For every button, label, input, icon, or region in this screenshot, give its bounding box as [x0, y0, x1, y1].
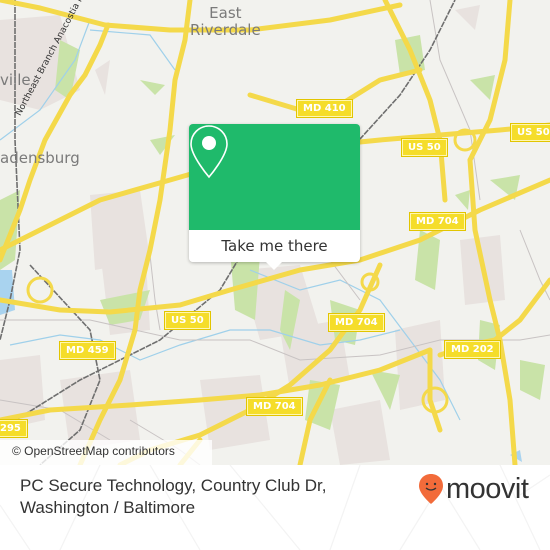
- route-shield-us50: US 50: [164, 311, 211, 330]
- place-label-east-riverdale: East Riverdale: [190, 4, 261, 39]
- popup-pointer: [265, 261, 283, 270]
- route-shield-md704: MD 704: [409, 212, 466, 231]
- moovit-logo[interactable]: moovit: [418, 473, 529, 505]
- place-label-hyattsville: ville: [0, 71, 31, 89]
- location-pin-icon: [190, 125, 228, 179]
- route-shield-us50: US 50: [401, 138, 448, 157]
- route-shield-md704: MD 704: [246, 397, 303, 416]
- take-me-there-button[interactable]: Take me there: [189, 230, 360, 262]
- route-shield-md459: MD 459: [59, 341, 116, 360]
- map[interactable]: East Riverdale adensburg ville Northeast…: [0, 0, 550, 465]
- route-shield-md410: MD 410: [296, 99, 353, 118]
- footer: PC Secure Technology, Country Club Dr, W…: [0, 465, 550, 550]
- attribution[interactable]: © OpenStreetMap contributors: [12, 444, 175, 458]
- route-shield-md704: MD 704: [328, 313, 385, 332]
- attribution-bar: © OpenStreetMap contributors: [0, 440, 550, 465]
- route-shield-md202: MD 202: [444, 340, 501, 359]
- place-title: PC Secure Technology, Country Club Dr, W…: [20, 476, 327, 517]
- place-label-bladensburg: adensburg: [0, 149, 80, 167]
- popup-header: [189, 124, 360, 230]
- moovit-logo-text: moovit: [446, 473, 529, 505]
- route-shield-us50: US 50: [510, 123, 550, 142]
- route-shield-i295: 295: [0, 419, 28, 438]
- moovit-pin-icon: [419, 474, 443, 504]
- location-popup: Take me there: [189, 124, 360, 270]
